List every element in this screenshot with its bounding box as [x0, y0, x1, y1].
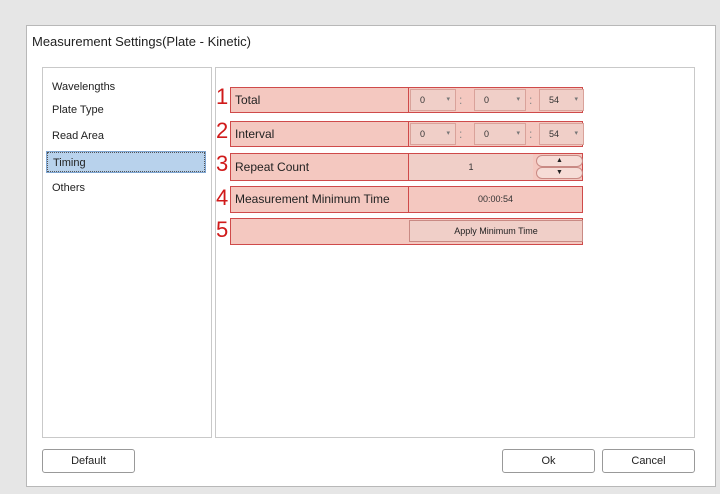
time-separator: : [459, 127, 463, 141]
total-minutes-select[interactable]: 0 ▾ [474, 89, 526, 111]
chevron-down-icon: ▾ [574, 96, 578, 103]
minimum-time-value: 00:00:54 [477, 194, 514, 204]
spin-down-button[interactable]: ▼ [536, 167, 583, 179]
interval-minutes-select[interactable]: 0 ▾ [474, 123, 526, 145]
chevron-down-icon: ▾ [446, 130, 450, 137]
total-label: Total [235, 93, 261, 107]
time-separator: : [529, 127, 533, 141]
dialog-title: Measurement Settings(Plate - Kinetic) [32, 34, 251, 49]
sidebar-item-plate-type[interactable]: Plate Type [47, 100, 205, 120]
chevron-down-icon: ▾ [516, 96, 520, 103]
repeat-count-row: Repeat Count 1 ▲ ▼ [230, 153, 583, 181]
annotation-number-1: 1 [216, 84, 229, 109]
total-seconds-select[interactable]: 54 ▾ [539, 89, 584, 111]
total-minutes-value: 0 [484, 95, 490, 105]
row-divider [408, 122, 409, 146]
interval-minutes-value: 0 [484, 129, 490, 139]
time-separator: : [459, 93, 463, 107]
minimum-time-label: Measurement Minimum Time [235, 192, 390, 206]
interval-seconds-select[interactable]: 54 ▾ [539, 123, 584, 145]
cancel-button[interactable]: Cancel [602, 449, 695, 473]
annotation-number-2: 2 [216, 118, 229, 143]
chevron-down-icon: ▾ [446, 96, 450, 103]
total-row: Total 0 ▾ : 0 ▾ : 54 ▾ [230, 87, 584, 113]
interval-hours-select[interactable]: 0 ▾ [410, 123, 456, 145]
default-button[interactable]: Default [42, 449, 135, 473]
apply-minimum-time-row: Apply Minimum Time [230, 218, 583, 245]
total-seconds-value: 54 [549, 95, 560, 105]
interval-row: Interval 0 ▾ : 0 ▾ : 54 ▾ [230, 121, 584, 147]
sidebar-item-others[interactable]: Others [47, 178, 205, 198]
settings-category-list: Wavelengths Plate Type Read Area Timing … [42, 67, 212, 438]
annotation-number-3: 3 [216, 151, 229, 176]
sidebar-item-read-area[interactable]: Read Area [47, 126, 205, 146]
annotation-number-4: 4 [216, 185, 229, 210]
spin-up-button[interactable]: ▲ [536, 155, 583, 167]
ok-button[interactable]: Ok [502, 449, 595, 473]
sidebar-item-wavelengths[interactable]: Wavelengths [47, 77, 205, 97]
chevron-down-icon: ▾ [574, 130, 578, 137]
total-hours-value: 0 [420, 95, 426, 105]
measurement-settings-dialog: Measurement Settings(Plate - Kinetic) Wa… [26, 25, 716, 487]
repeat-count-label: Repeat Count [235, 160, 310, 174]
chevron-down-icon: ▾ [516, 130, 520, 137]
apply-minimum-time-button[interactable]: Apply Minimum Time [409, 220, 583, 242]
interval-seconds-value: 54 [549, 129, 560, 139]
total-hours-select[interactable]: 0 ▾ [410, 89, 456, 111]
interval-label: Interval [235, 127, 275, 141]
annotation-number-5: 5 [216, 217, 229, 242]
interval-hours-value: 0 [420, 129, 426, 139]
minimum-time-row: Measurement Minimum Time 00:00:54 [230, 186, 583, 213]
repeat-count-input[interactable]: 1 [409, 154, 533, 180]
time-separator: : [529, 93, 533, 107]
sidebar-item-timing[interactable]: Timing [46, 151, 206, 173]
row-divider [408, 88, 409, 112]
